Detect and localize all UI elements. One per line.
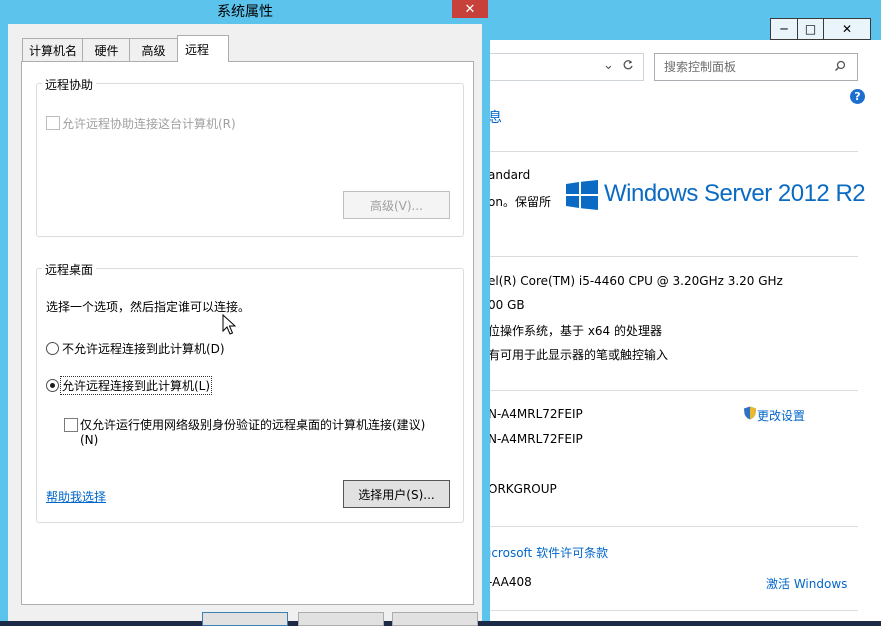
dialog-close-button[interactable]: ✕: [452, 0, 488, 18]
remote-assistance-group-label: 远程协助: [42, 76, 97, 93]
maximize-button[interactable]: □: [797, 18, 824, 40]
processor-value: el(R) Core(TM) i5-4460 CPU @ 3.20GHz 3.2…: [488, 274, 783, 288]
divider: [488, 610, 858, 611]
mouse-cursor-icon: [222, 313, 237, 339]
refresh-icon[interactable]: [622, 59, 634, 74]
cancel-button[interactable]: [298, 612, 384, 626]
windows-server-logo-text: Windows Server 2012 R2: [604, 180, 866, 207]
chevron-down-icon[interactable]: ⌄: [603, 58, 614, 73]
remote-desktop-group-label: 远程桌面: [42, 261, 97, 278]
divider: [488, 151, 858, 152]
page-heading-fragment: 息: [488, 110, 502, 126]
deny-remote-connections-radio[interactable]: [46, 342, 59, 355]
activate-windows-link[interactable]: 激活 Windows: [766, 575, 847, 592]
divider: [488, 526, 858, 527]
search-placeholder: 搜索控制面板: [664, 60, 737, 74]
nla-only-checkbox[interactable]: [64, 418, 78, 432]
dialog-title: 系统属性: [217, 4, 273, 20]
full-computer-name-value: N-A4MRL72FEIP: [488, 432, 583, 446]
windows-logo-icon: [566, 180, 598, 213]
allow-remote-assistance-label: 允许远程协助连接这台计算机(R): [62, 117, 236, 131]
nla-only-label-accel: (N): [80, 433, 99, 447]
computer-name-value: N-A4MRL72FEIP: [488, 407, 583, 421]
system-control-panel-window: ─ □ ✕ ⌄ 搜索控制面板 ? 息 andard on。保留所 Windows…: [488, 0, 881, 621]
select-users-button[interactable]: 选择用户(S)...: [343, 480, 450, 508]
change-settings-link[interactable]: 更改设置: [757, 407, 805, 424]
copyright-text: on。保留所: [488, 195, 551, 209]
deny-remote-connections-label: 不允许远程连接到此计算机(D): [62, 342, 225, 356]
allow-remote-connections-label: 允许远程连接到此计算机(L): [60, 376, 213, 395]
system-type-value: 位操作系统，基于 x64 的处理器: [488, 324, 663, 338]
tab-computer-name[interactable]: 计算机名: [22, 38, 84, 61]
advanced-button[interactable]: 高级(V)...: [343, 191, 450, 219]
product-id-value: -AA408: [488, 575, 532, 589]
workgroup-value: ORKGROUP: [488, 482, 557, 496]
windows-edition: andard: [488, 168, 531, 182]
allow-remote-connections-radio[interactable]: [46, 379, 59, 392]
nla-only-label: 仅允许运行使用网络级别身份验证的远程桌面的计算机连接(建议): [80, 418, 426, 432]
tab-hardware[interactable]: 硬件: [82, 38, 131, 61]
address-bar[interactable]: [488, 53, 644, 81]
allow-remote-assistance-checkbox[interactable]: [46, 116, 60, 130]
help-me-choose-link[interactable]: 帮助我选择: [46, 488, 106, 505]
license-terms-link[interactable]: icrosoft 软件许可条款: [488, 544, 608, 561]
uac-shield-icon: [743, 406, 757, 420]
divider: [488, 390, 858, 391]
remote-desktop-instruction: 选择一个选项，然后指定谁可以连接。: [46, 300, 251, 314]
close-button[interactable]: ✕: [823, 18, 871, 40]
radio-selected-dot: [50, 383, 55, 388]
memory-value: 00 GB: [488, 298, 525, 312]
pen-touch-value: 有可用于此显示器的笔或触控输入: [488, 348, 669, 362]
help-icon[interactable]: ?: [850, 89, 865, 104]
tab-remote[interactable]: 远程: [177, 35, 229, 62]
tab-advanced[interactable]: 高级: [129, 38, 178, 61]
search-icon[interactable]: [834, 60, 846, 75]
apply-button[interactable]: [392, 612, 478, 626]
divider: [488, 256, 858, 257]
minimize-button[interactable]: ─: [770, 18, 798, 40]
ok-button[interactable]: [202, 612, 288, 626]
